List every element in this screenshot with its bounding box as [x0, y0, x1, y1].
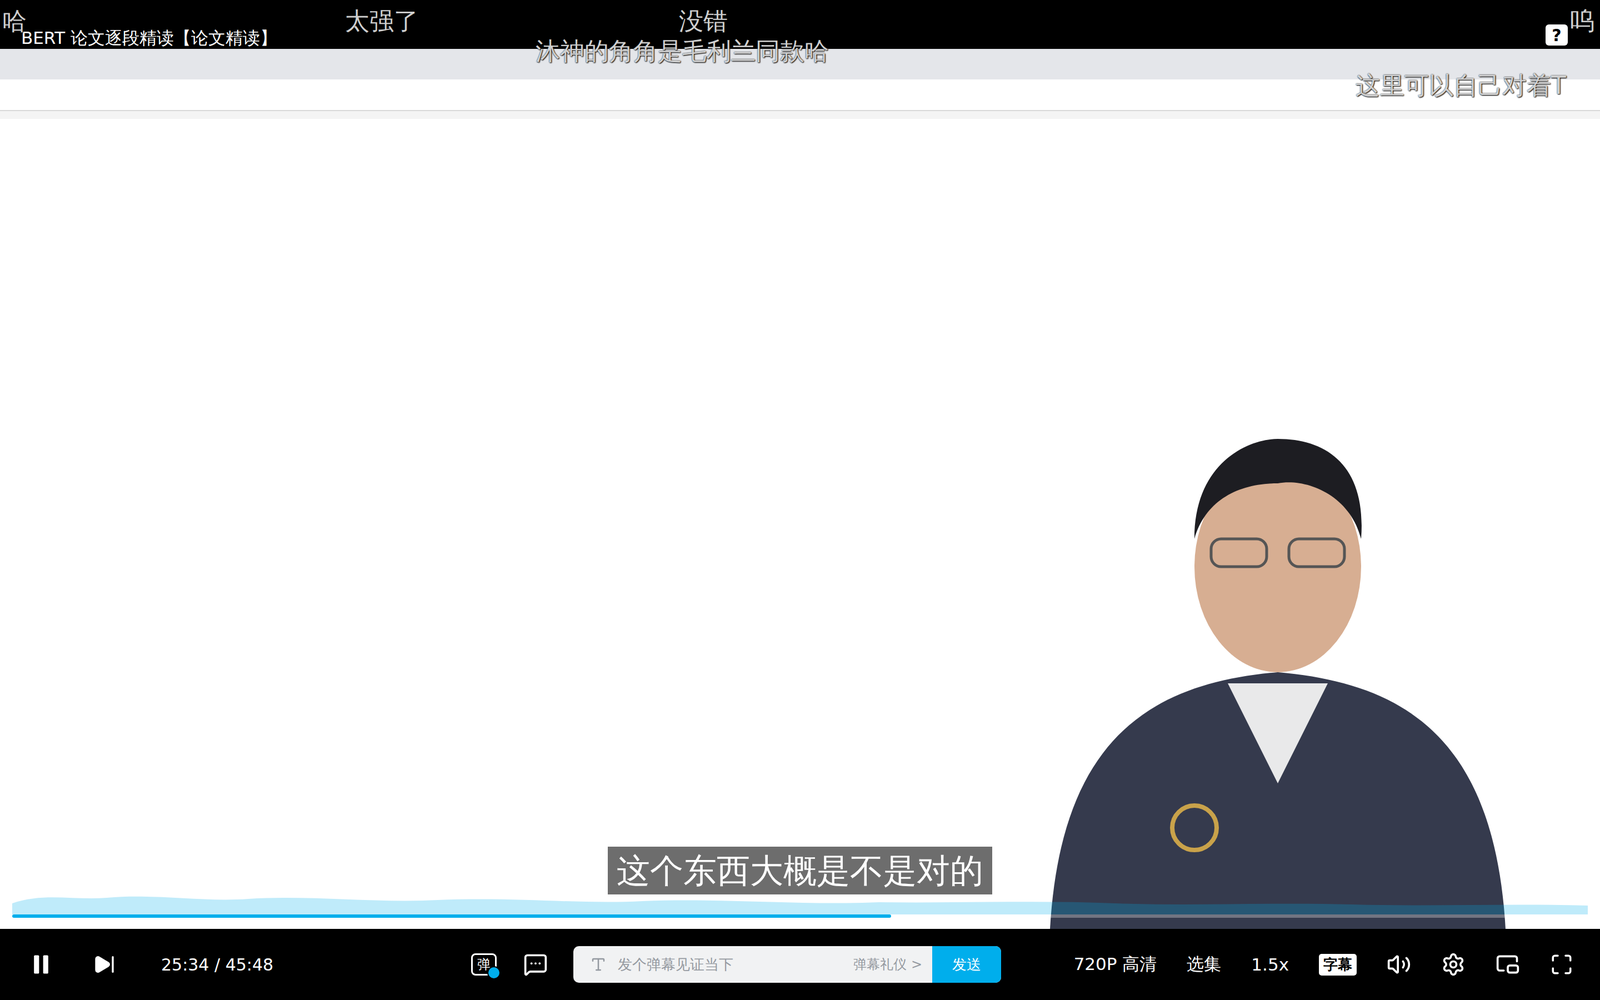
- danmaku-toggle[interactable]: 弹: [471, 953, 497, 976]
- presenter-figure-icon: [1016, 394, 1539, 929]
- danmaku-comment: 太强了: [345, 6, 419, 37]
- progress-bar[interactable]: [12, 878, 1588, 918]
- episodes-button[interactable]: 选集: [1186, 952, 1222, 977]
- danmaku-settings-icon[interactable]: [523, 952, 548, 977]
- video-title: BERT 论文逐段精读【论文精读】: [21, 26, 278, 50]
- progress-track[interactable]: [12, 914, 1588, 918]
- danmaku-comment: 沐神的角角是毛利兰同款哈: [535, 36, 829, 67]
- picture-in-picture-icon[interactable]: [1495, 952, 1520, 977]
- danmaku-on-dot: [487, 966, 501, 980]
- help-icon[interactable]: ?: [1545, 24, 1568, 46]
- speed-button[interactable]: 1.5x: [1251, 954, 1289, 975]
- danmaku-placeholder[interactable]: 发个弹幕见证当下: [617, 955, 843, 975]
- captions-button[interactable]: 字幕: [1318, 953, 1357, 976]
- danmaku-comment: 这里可以自己对着T: [1355, 71, 1567, 101]
- time-display: 25:34 / 45:48: [161, 955, 274, 975]
- danmaku-comment: 哈: [2, 6, 27, 37]
- danmaku-input[interactable]: 发个弹幕见证当下弹幕礼仪 > 发送: [573, 946, 1002, 983]
- subtitle: 这个东西大概是不是对的: [607, 846, 993, 895]
- next-icon[interactable]: [93, 953, 116, 976]
- control-bar: 25:34 / 45:48 弹 发个弹幕见证当下弹幕礼仪 > 发送 720P 高清 选集 1…: [0, 928, 1600, 1000]
- send-button[interactable]: 发送: [932, 946, 1002, 983]
- gear-icon[interactable]: [1441, 952, 1466, 977]
- progress-fill: [12, 914, 892, 918]
- energy-curve-icon: [12, 881, 1588, 915]
- video-frame[interactable]: BERT 论文逐段精读【论文精读】哈 太强了 没错 呜沐神的角角是毛利兰同款哈这里可以…: [0, 0, 1600, 929]
- danmaku-comment: 呜: [1570, 6, 1595, 37]
- danmaku-etiquette[interactable]: 弹幕礼仪 >: [853, 955, 923, 974]
- pause-icon[interactable]: [28, 952, 54, 977]
- quality-button[interactable]: 720P 高清: [1073, 952, 1158, 977]
- video-player: BERT 论文逐段精读【论文精读】哈 太强了 没错 呜沐神的角角是毛利兰同款哈这里可以…: [0, 0, 1600, 1000]
- danmaku-comment: 没错: [678, 6, 728, 37]
- text-style-icon[interactable]: [590, 956, 607, 973]
- volume-icon[interactable]: [1386, 952, 1412, 977]
- fullscreen-icon[interactable]: [1550, 952, 1574, 977]
